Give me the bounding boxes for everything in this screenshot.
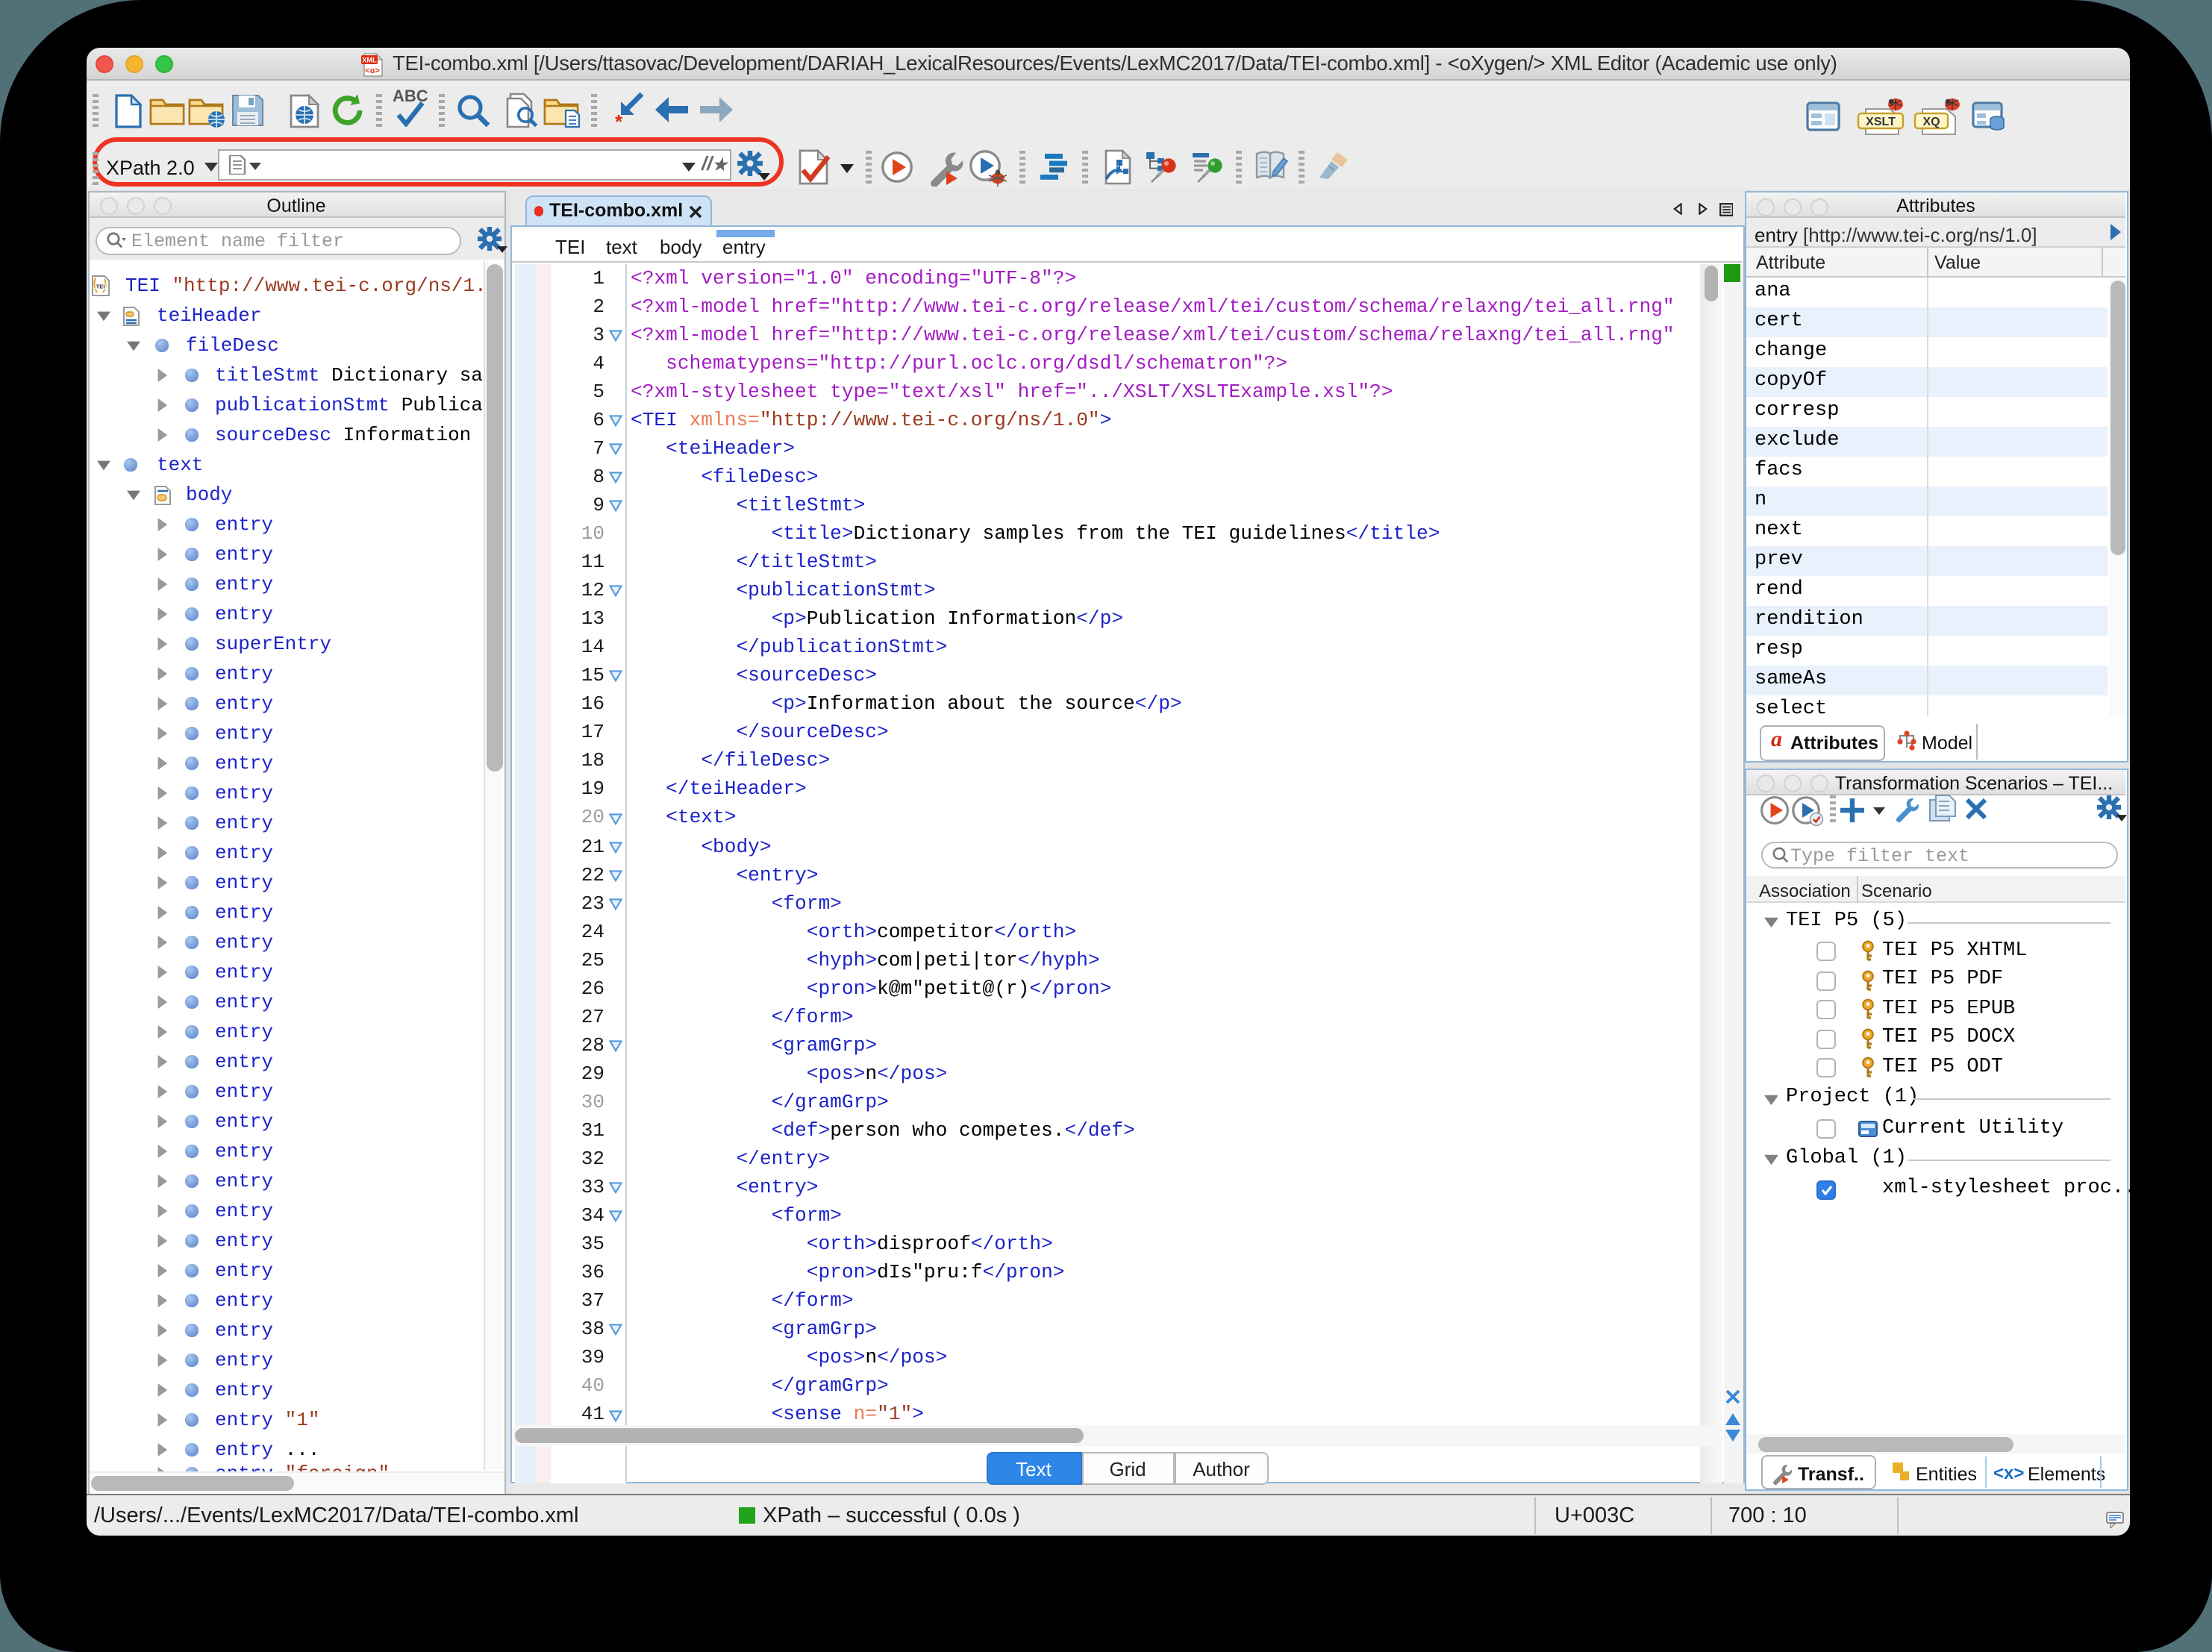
svg-text:XQ: XQ <box>1922 116 1940 128</box>
svg-text:<o>: <o> <box>365 66 380 75</box>
svg-text:XSLT: XSLT <box>1866 116 1896 128</box>
svg-text:XML: XML <box>362 56 377 63</box>
svg-text:TEI: TEI <box>96 284 105 290</box>
svg-text:*: * <box>615 110 623 130</box>
